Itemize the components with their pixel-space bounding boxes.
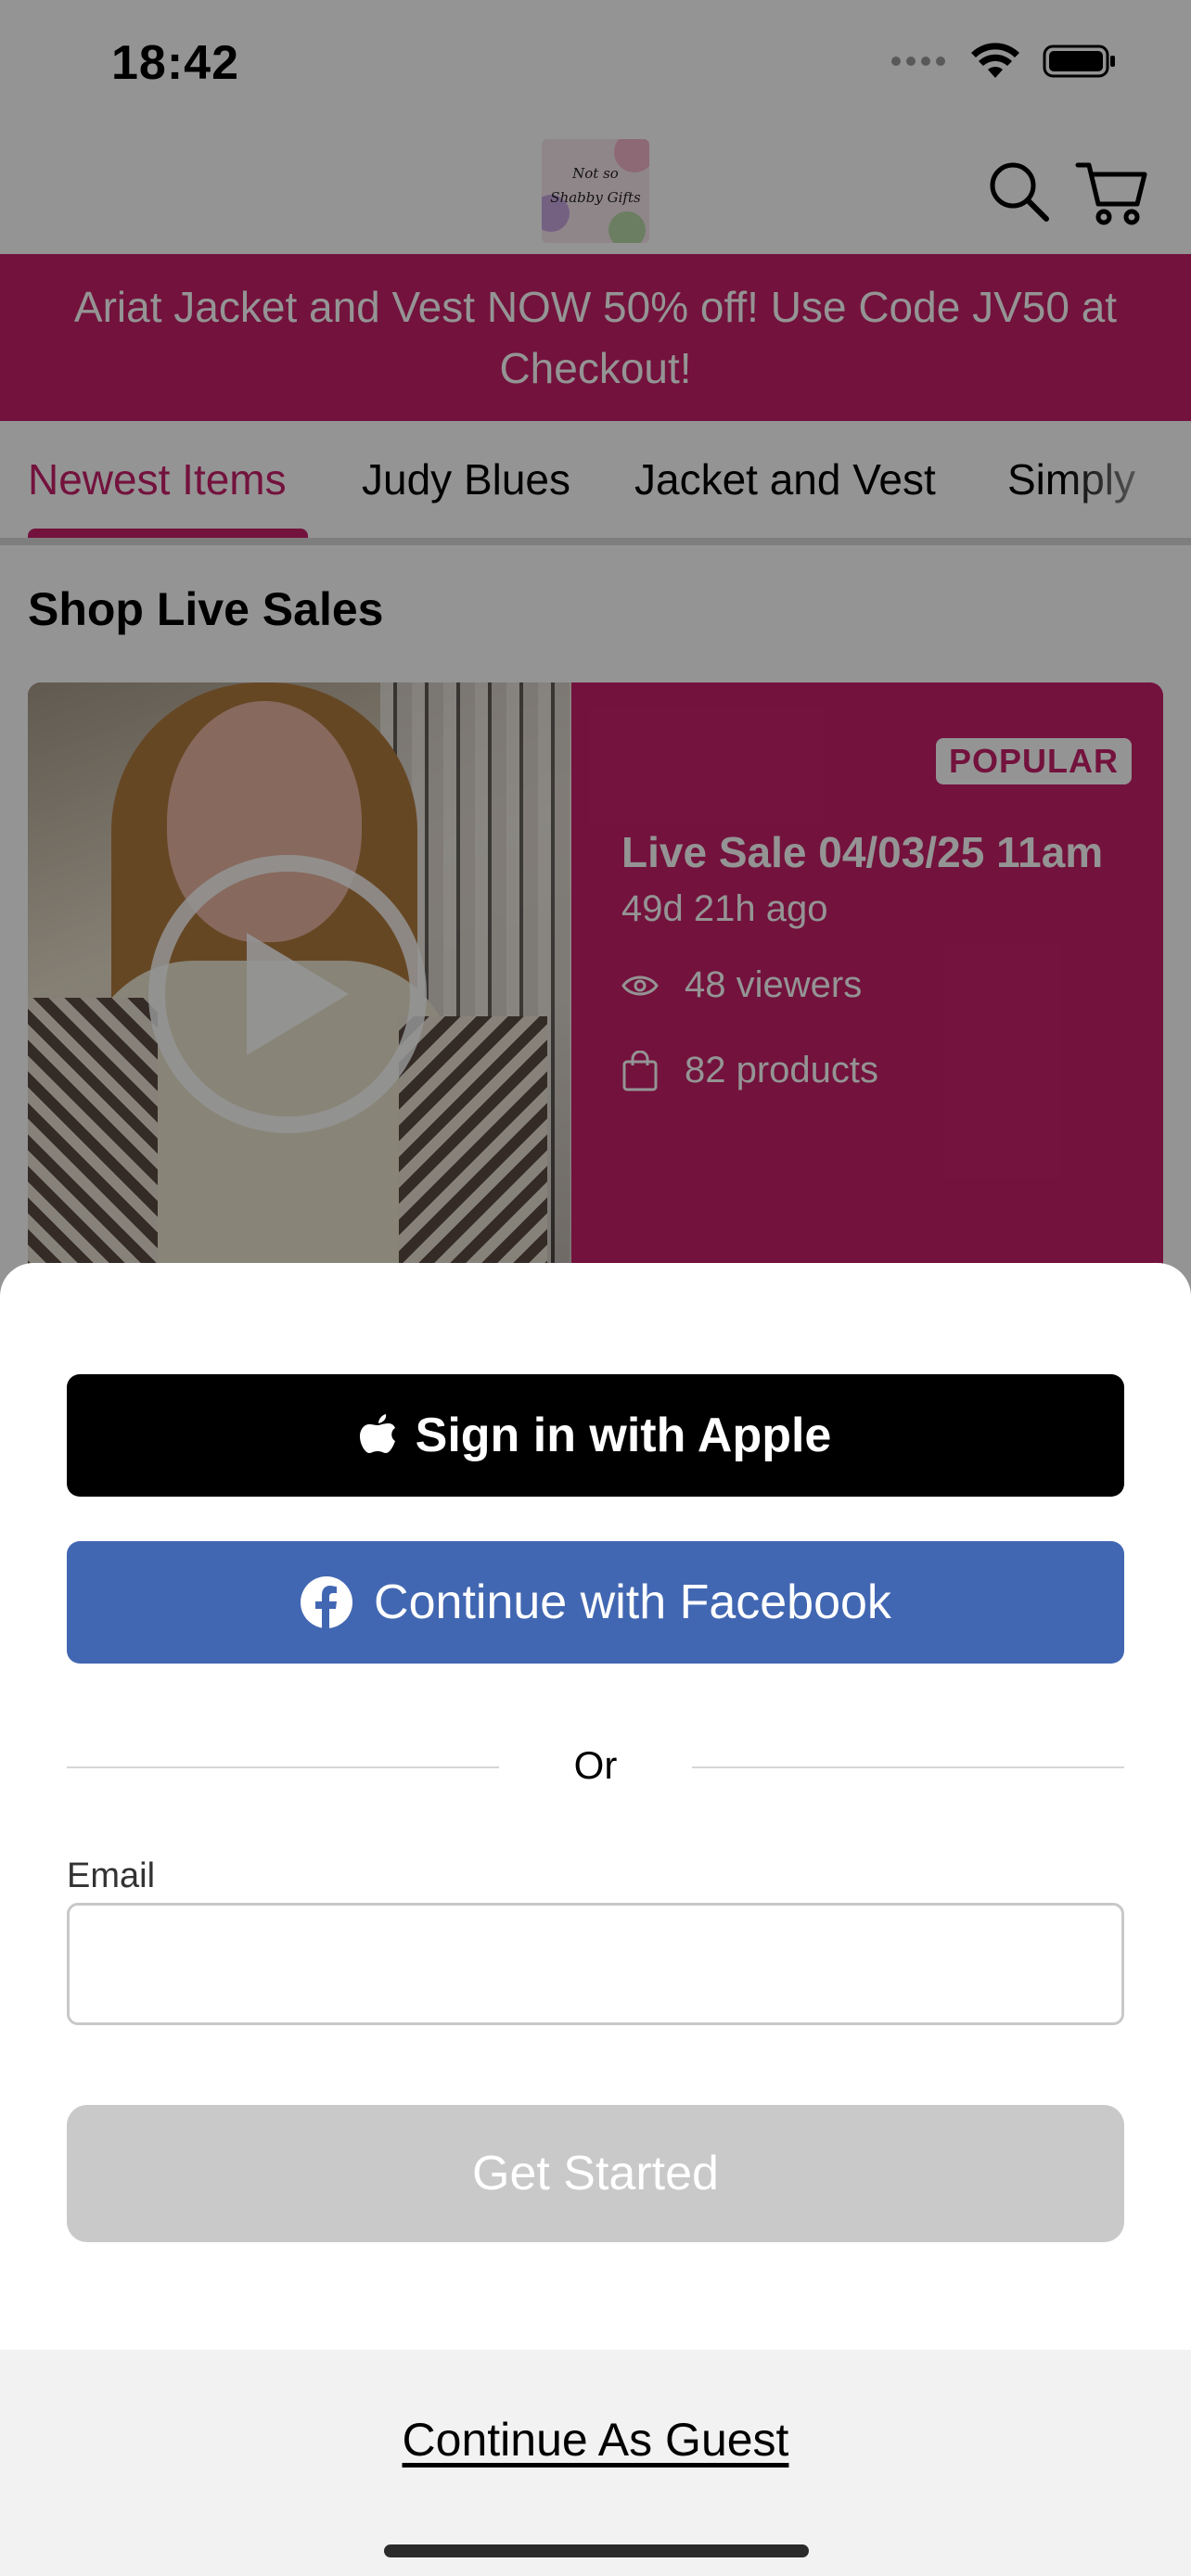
home-indicator[interactable]	[384, 2544, 809, 2557]
guest-area: Continue As Guest	[0, 2350, 1191, 2576]
facebook-button-label: Continue with Facebook	[374, 1575, 891, 1629]
email-label: Email	[67, 1856, 156, 1895]
divider-right	[692, 1766, 1124, 1768]
apple-button-label: Sign in with Apple	[415, 1409, 832, 1462]
continue-as-guest-link[interactable]: Continue As Guest	[0, 2413, 1191, 2467]
sign-in-sheet: Sign in with Apple Continue with Faceboo…	[0, 1263, 1191, 2576]
get-started-button[interactable]: Get Started	[67, 2105, 1124, 2242]
apple-logo-icon	[359, 1414, 395, 1453]
email-input[interactable]	[67, 1903, 1124, 2025]
sign-in-with-apple-button[interactable]: Sign in with Apple	[67, 1374, 1124, 1497]
or-divider-text: Or	[573, 1743, 618, 1787]
facebook-logo-icon	[301, 1576, 353, 1629]
continue-with-facebook-button[interactable]: Continue with Facebook	[67, 1541, 1124, 1664]
